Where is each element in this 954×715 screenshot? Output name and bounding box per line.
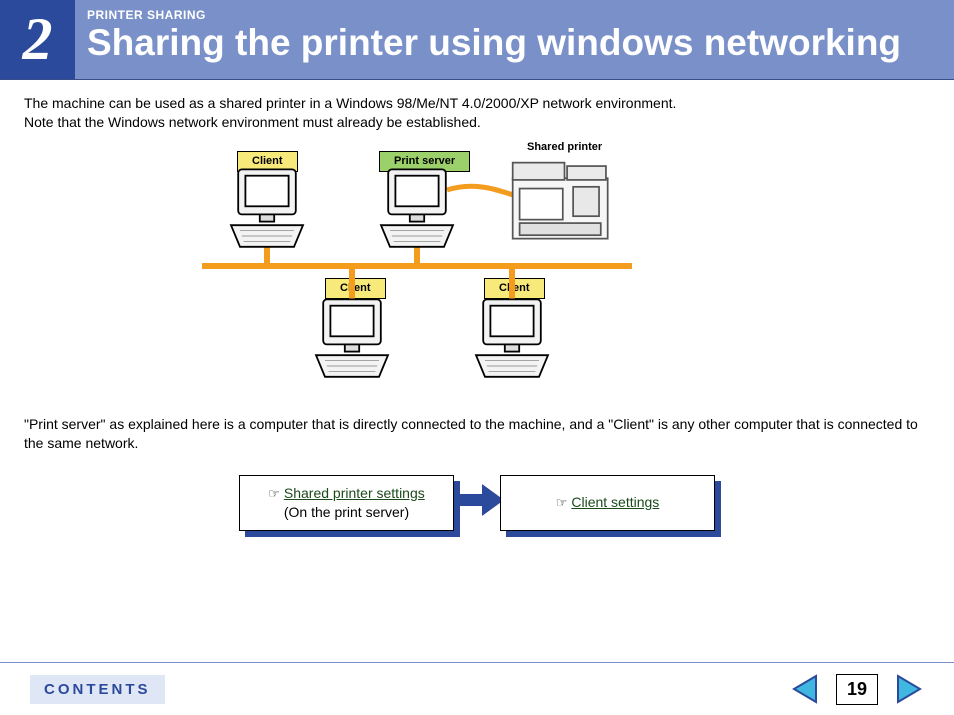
shared-printer-settings-link[interactable]: Shared printer settings [284, 485, 425, 501]
client-computer-icon [222, 164, 312, 259]
pointer-icon: ☞ [556, 495, 568, 510]
shared-printer-icon [502, 154, 627, 254]
page-title: Sharing the printer using windows networ… [87, 24, 942, 63]
chapter-number: 2 [23, 5, 53, 74]
shared-printer-settings-subtext: (On the print server) [284, 503, 409, 522]
page-body: The machine can be used as a shared prin… [0, 80, 954, 531]
shared-printer-settings-link-box[interactable]: ☞ Shared printer settings (On the print s… [239, 475, 454, 531]
chapter-number-box: 2 [0, 0, 75, 79]
title-block: PRINTER SHARING Sharing the printer usin… [75, 0, 954, 79]
section-label: PRINTER SHARING [87, 8, 942, 22]
contents-button[interactable]: CONTENTS [30, 675, 165, 704]
network-diagram: Client Print server Shared printer Clien… [162, 146, 792, 401]
intro-line-2: Note that the Windows network environmen… [24, 113, 930, 132]
settings-flow: ☞ Shared printer settings (On the print s… [24, 475, 930, 531]
next-page-button[interactable] [892, 672, 926, 706]
client-computer-icon [467, 294, 557, 389]
prev-page-button[interactable] [788, 672, 822, 706]
print-server-computer-icon [372, 164, 462, 259]
explanation-paragraph: "Print server" as explained here is a co… [24, 415, 930, 453]
client-settings-link-box[interactable]: ☞Client settings [500, 475, 715, 531]
flow-arrow-icon [454, 480, 500, 525]
intro-paragraph: The machine can be used as a shared prin… [24, 94, 930, 132]
intro-line-1: The machine can be used as a shared prin… [24, 94, 930, 113]
page-footer: CONTENTS 19 [0, 662, 954, 715]
pointer-icon: ☞ [268, 486, 280, 501]
page-header: 2 PRINTER SHARING Sharing the printer us… [0, 0, 954, 80]
page-number: 19 [836, 674, 878, 705]
client-computer-icon [307, 294, 397, 389]
client-settings-link[interactable]: Client settings [571, 494, 659, 510]
